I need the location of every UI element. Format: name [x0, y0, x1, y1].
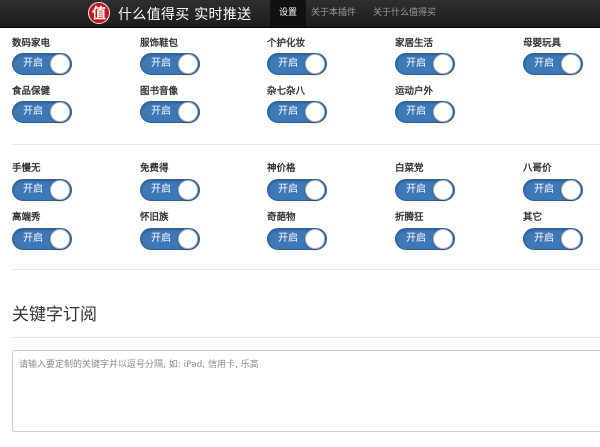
keyword-input[interactable]	[12, 350, 600, 432]
toggle-label: 开启	[278, 106, 298, 117]
toggle-label: 开启	[151, 184, 171, 195]
keyword-section-title: 关键字订阅	[12, 305, 97, 325]
tag-label: 奇葩物	[267, 212, 296, 223]
tag-toggle-shoumanwu[interactable]: 开启	[12, 179, 72, 201]
tag-label: 怀旧族	[140, 212, 169, 223]
toggle-label: 开启	[278, 184, 298, 195]
toggle-label: 开启	[151, 106, 171, 117]
tag-toggle-weird[interactable]: 开启	[267, 228, 327, 250]
tag-toggle-other[interactable]: 开启	[523, 228, 583, 250]
toggle-label: 开启	[278, 58, 298, 69]
toggle-label: 开启	[23, 58, 43, 69]
toggle-knob	[433, 102, 453, 122]
section-divider	[12, 337, 600, 338]
toggle-label: 开启	[534, 233, 554, 244]
category-toggle-baby-toys[interactable]: 开启	[523, 53, 583, 75]
toggle-label: 开启	[23, 184, 43, 195]
top-navbar: 值 什么值得买 实时推送 设置 关于本插件 关于什么值得买	[0, 0, 600, 28]
toggle-knob	[561, 229, 581, 249]
category-label: 母婴玩具	[523, 38, 562, 49]
toggle-label: 开启	[534, 184, 554, 195]
toggle-label: 开启	[534, 58, 554, 69]
toggle-knob	[178, 102, 198, 122]
toggle-knob	[178, 229, 198, 249]
category-label: 运动户外	[395, 86, 434, 97]
toggle-knob	[433, 180, 453, 200]
toggle-knob	[305, 180, 325, 200]
toggle-knob	[178, 54, 198, 74]
toggle-knob	[433, 229, 453, 249]
toggle-knob	[561, 54, 581, 74]
tag-toggle-nostalgia[interactable]: 开启	[140, 228, 200, 250]
tag-toggle-tinker[interactable]: 开启	[395, 228, 455, 250]
category-label: 杂七杂八	[267, 86, 306, 97]
tag-label: 折腾狂	[395, 212, 424, 223]
tag-label: 神价格	[267, 163, 296, 174]
tab-about-plugin[interactable]: 关于本插件	[311, 0, 356, 27]
brand-title: 什么值得买 实时推送	[118, 7, 252, 23]
toggle-label: 开启	[406, 58, 426, 69]
tab-about-smzdm[interactable]: 关于什么值得买	[373, 0, 436, 27]
tag-label: 高端秀	[12, 212, 41, 223]
toggle-label: 开启	[151, 233, 171, 244]
tag-label: 手慢无	[12, 163, 41, 174]
toggle-label: 开启	[23, 233, 43, 244]
category-toggle-digital[interactable]: 开启	[12, 53, 72, 75]
toggle-label: 开启	[151, 58, 171, 69]
tag-label: 八哥价	[523, 163, 552, 174]
category-label: 个护化妆	[267, 38, 306, 49]
category-toggle-food[interactable]: 开启	[12, 101, 72, 123]
tag-toggle-baicai[interactable]: 开启	[395, 179, 455, 201]
toggle-knob	[178, 180, 198, 200]
category-toggle-books[interactable]: 开启	[140, 101, 200, 123]
section-divider	[12, 269, 600, 270]
category-toggle-apparel[interactable]: 开启	[140, 53, 200, 75]
toggle-knob	[433, 54, 453, 74]
category-label: 家居生活	[395, 38, 434, 49]
toggle-knob	[50, 180, 70, 200]
toggle-knob	[305, 229, 325, 249]
toggle-knob	[50, 102, 70, 122]
tag-toggle-high-end[interactable]: 开启	[12, 228, 72, 250]
toggle-label: 开启	[406, 106, 426, 117]
category-label: 图书音像	[140, 86, 179, 97]
tag-toggle-bage[interactable]: 开启	[523, 179, 583, 201]
category-toggle-personal-care[interactable]: 开启	[267, 53, 327, 75]
toggle-label: 开启	[406, 184, 426, 195]
category-label: 服饰鞋包	[140, 38, 179, 49]
category-toggle-misc[interactable]: 开启	[267, 101, 327, 123]
category-label: 食品保健	[12, 86, 51, 97]
category-toggle-sports[interactable]: 开启	[395, 101, 455, 123]
tag-label: 免费得	[140, 163, 169, 174]
category-label: 数码家电	[12, 38, 51, 49]
smzdm-logo-icon: 值	[88, 2, 110, 24]
tab-settings[interactable]: 设置	[270, 0, 306, 27]
tag-toggle-great-price[interactable]: 开启	[267, 179, 327, 201]
toggle-knob	[561, 180, 581, 200]
tag-toggle-free[interactable]: 开启	[140, 179, 200, 201]
toggle-label: 开启	[278, 233, 298, 244]
tag-label: 其它	[523, 212, 543, 223]
section-divider	[12, 144, 600, 145]
tag-label: 白菜党	[395, 163, 424, 174]
category-toggle-home[interactable]: 开启	[395, 53, 455, 75]
toggle-label: 开启	[406, 233, 426, 244]
toggle-label: 开启	[23, 106, 43, 117]
toggle-knob	[305, 102, 325, 122]
toggle-knob	[50, 54, 70, 74]
toggle-knob	[50, 229, 70, 249]
toggle-knob	[305, 54, 325, 74]
